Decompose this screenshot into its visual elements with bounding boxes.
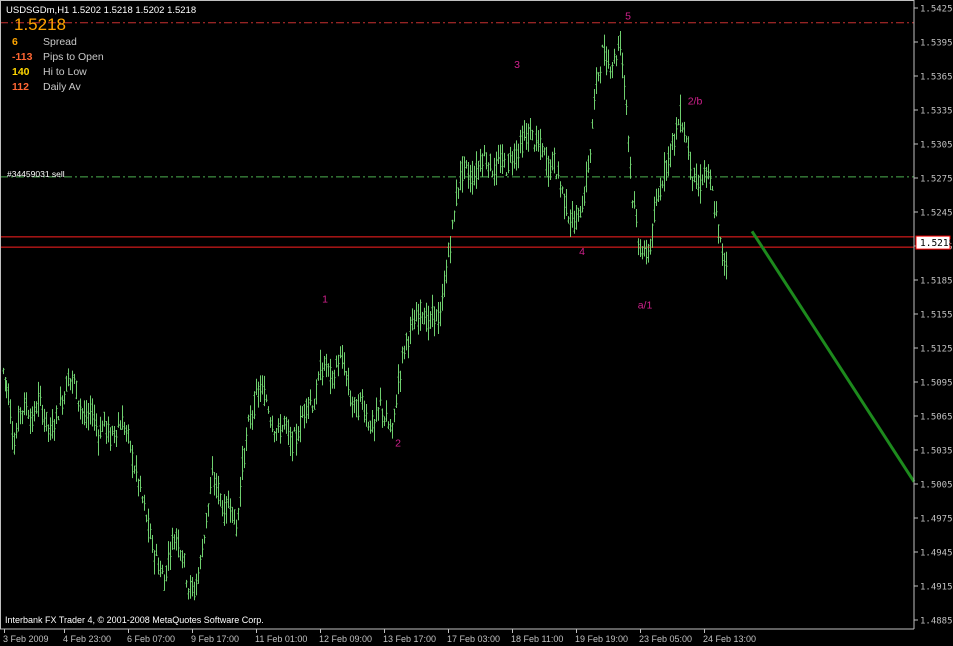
y-tick-label: 1.4915 — [920, 583, 953, 593]
stat-value: 140 — [12, 66, 30, 78]
y-tick-label: 1.5365 — [920, 73, 953, 83]
y-tick-label: 1.4885 — [920, 617, 953, 627]
current-price-label: 1.5218 — [920, 238, 953, 249]
y-tick-label: 1.5035 — [920, 447, 953, 457]
stat-label: Pips to Open — [43, 51, 104, 63]
big-price: 1.5218 — [14, 15, 66, 34]
y-tick-label: 1.5335 — [920, 107, 953, 117]
y-tick-label: 1.5125 — [920, 345, 953, 355]
wave-label: 1 — [322, 294, 328, 306]
x-tick-label: 11 Feb 01:00 — [255, 634, 307, 644]
x-tick-label: 13 Feb 17:00 — [383, 634, 436, 644]
y-tick-label: 1.4975 — [920, 515, 953, 525]
y-tick-label: 1.5185 — [920, 277, 953, 287]
x-tick-label: 17 Feb 03:00 — [447, 634, 500, 644]
order-label[interactable]: #34459031 sell — [7, 169, 65, 179]
stat-value: 6 — [12, 36, 18, 48]
wave-label: 2/b — [688, 95, 703, 107]
wave-label: 2 — [395, 438, 401, 450]
y-tick-label: 1.5095 — [920, 379, 953, 389]
x-tick-label: 9 Feb 17:00 — [191, 634, 239, 644]
wave-label: 3 — [514, 59, 520, 71]
y-tick-label: 1.5155 — [920, 311, 953, 321]
copyright-text: Interbank FX Trader 4, © 2001-2008 MetaQ… — [5, 615, 264, 625]
y-tick-label: 1.5395 — [920, 39, 953, 49]
x-tick-label: 18 Feb 11:00 — [511, 634, 563, 644]
stat-label: Spread — [43, 36, 77, 48]
y-tick-label: 1.5305 — [920, 141, 953, 151]
price-chart[interactable]: 1 2 3 4 5 2/b a/1 1.5425 1.5395 1.5365 1.5335 1.53… — [0, 0, 953, 646]
current-price-marker: 1.5218 — [915, 235, 953, 250]
stat-label: Daily Av — [43, 81, 81, 93]
wave-label: 5 — [625, 10, 631, 22]
x-tick-label: 23 Feb 05:00 — [639, 634, 692, 644]
x-tick-label: 19 Feb 19:00 — [575, 634, 628, 644]
y-tick-label: 1.5245 — [920, 209, 953, 219]
x-tick-label: 3 Feb 2009 — [3, 634, 49, 644]
wave-label: a/1 — [638, 299, 653, 311]
x-tick-label: 4 Feb 23:00 — [63, 634, 111, 644]
stat-value: -113 — [12, 51, 33, 63]
y-tick-label: 1.5425 — [920, 5, 953, 15]
stat-label: Hi to Low — [43, 66, 87, 78]
y-tick-label: 1.5065 — [920, 413, 953, 423]
y-tick-label: 1.5275 — [920, 175, 953, 185]
x-tick-label: 24 Feb 13:00 — [703, 634, 756, 644]
x-tick-label: 12 Feb 09:00 — [319, 634, 372, 644]
wave-label: 4 — [579, 246, 585, 258]
stat-value: 112 — [12, 81, 29, 93]
y-tick-label: 1.5005 — [920, 481, 953, 491]
x-tick-label: 6 Feb 07:00 — [127, 634, 175, 644]
y-tick-label: 1.4945 — [920, 549, 953, 559]
